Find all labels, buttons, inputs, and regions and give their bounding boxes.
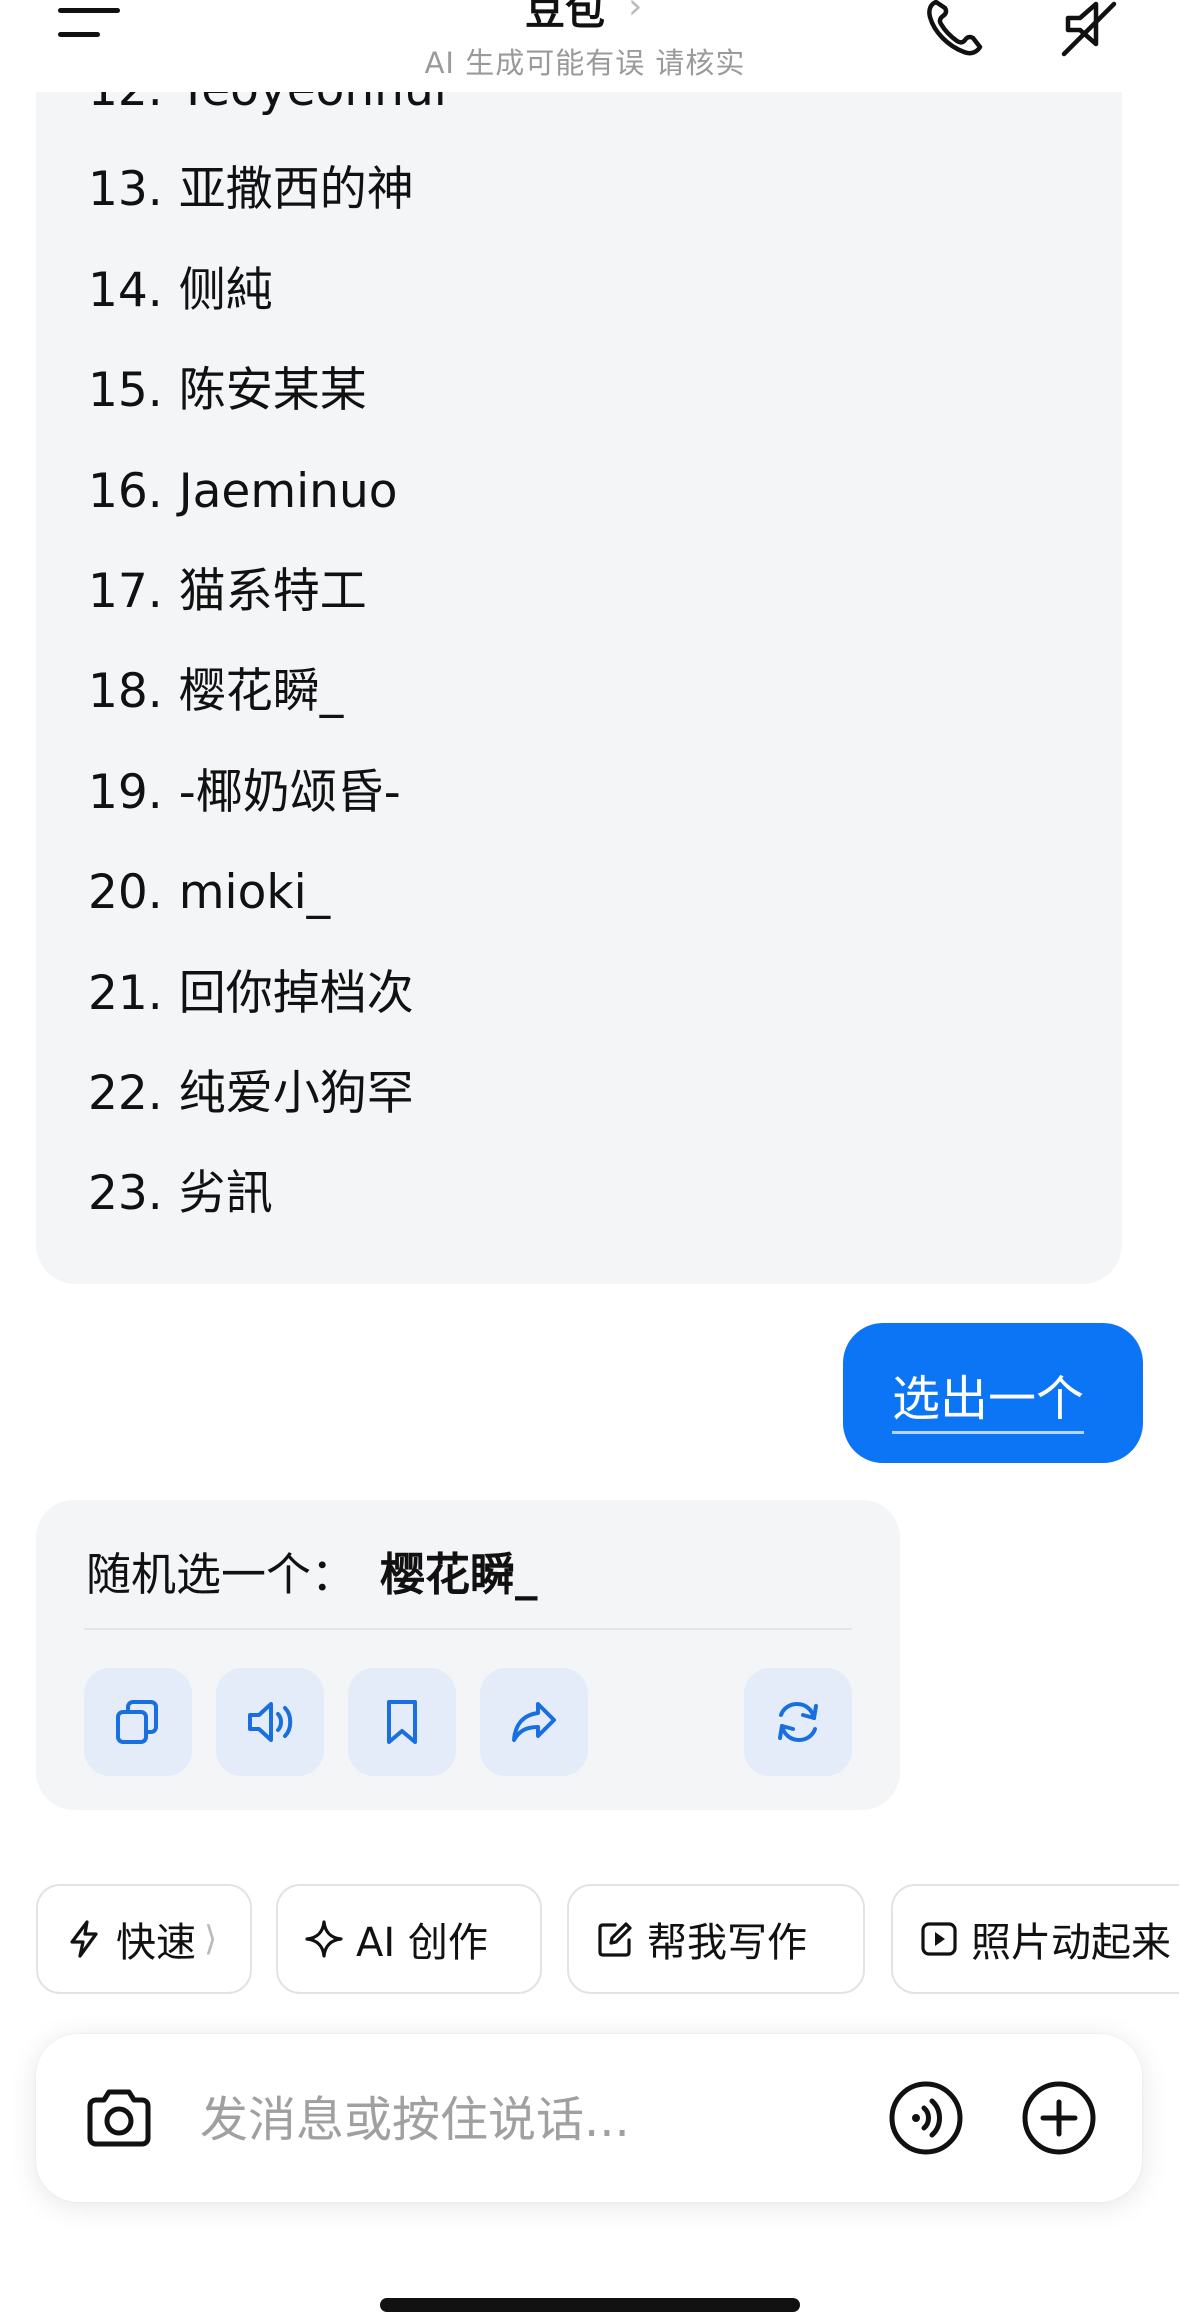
voice-call-icon[interactable] <box>888 2080 964 2156</box>
list-item: 16. Jaeminuo <box>88 462 398 522</box>
list-item-text: 陈安某某 <box>178 363 367 419</box>
list-item: 15. 陈安某某 <box>88 361 367 421</box>
share-icon <box>512 1702 556 1742</box>
chip-label: 帮我写作 <box>647 1920 807 1966</box>
list-item: 14. 侧純 <box>88 261 273 321</box>
chip-help-write[interactable]: 帮我写作 <box>567 1884 865 1994</box>
chip-fast-mode[interactable]: 快速 ⟩ <box>36 1884 252 1994</box>
chip-label: 快速 <box>116 1920 196 1966</box>
page-title[interactable]: 豆包 <box>525 0 605 36</box>
list-item: 22. 纯爱小狗罕 <box>88 1064 414 1124</box>
list-item: 21. 回你掉档次 <box>88 964 414 1024</box>
chevron-right-icon[interactable]: › <box>628 0 642 27</box>
list-item: 18. 樱花瞬_ <box>88 662 343 722</box>
reply-answer: 樱花瞬_ <box>380 1548 538 1601</box>
ai-disclaimer: AI 生成可能有误 请核实 <box>424 46 746 80</box>
chip-label: 照片动起来 <box>971 1920 1171 1966</box>
lightning-icon <box>70 1920 98 1958</box>
list-item-text: 亚撒西的神 <box>178 162 414 218</box>
reply-prefix: 随机选一个： <box>86 1548 357 1601</box>
copy-icon <box>116 1700 158 1744</box>
speaker-icon <box>248 1702 293 1742</box>
user-message-bubble[interactable]: 选出一个 <box>843 1323 1143 1463</box>
refresh-icon <box>778 1701 818 1743</box>
list-item-number: 21. <box>88 965 163 1021</box>
list-item-text: 樱花瞬_ <box>178 664 344 720</box>
mute-icon[interactable] <box>1058 0 1122 60</box>
message-input[interactable] <box>198 2084 902 2156</box>
list-item: 20. mioki_ <box>88 863 330 923</box>
list-item-number: 16. <box>88 463 163 519</box>
list-item: 17. 猫系特工 <box>88 562 367 622</box>
plus-icon[interactable] <box>1021 2080 1097 2156</box>
message-input-bar <box>36 2034 1142 2202</box>
camera-icon[interactable] <box>82 2082 156 2156</box>
list-item-number: 22. <box>88 1066 163 1121</box>
list-item-text: 猫系特工 <box>178 564 367 619</box>
phone-icon[interactable] <box>922 0 986 60</box>
list-item-text: mioki_ <box>178 865 331 921</box>
list-item-text: Jaeminuo <box>178 463 398 519</box>
list-item-number: 13. <box>88 162 163 218</box>
list-item-text: 劣訊 <box>178 1166 273 1222</box>
list-item-text: 侧純 <box>178 262 273 318</box>
list-item-number: 17. <box>88 564 163 619</box>
chip-label: AI 创作 <box>356 1920 488 1966</box>
edit-icon <box>598 1922 632 1957</box>
list-item-number: 23. <box>88 1166 163 1222</box>
list-item-text: 回你掉档次 <box>178 965 414 1021</box>
list-item: 19. -椰奶颂昏- <box>88 763 401 823</box>
regenerate-button[interactable] <box>744 1668 852 1776</box>
list-item-number: 18. <box>88 664 163 720</box>
list-item-text: -椰奶颂昏- <box>178 764 401 820</box>
share-button[interactable] <box>480 1668 588 1776</box>
list-item-number: 14. <box>88 262 163 318</box>
list-item: 23. 劣訊 <box>88 1164 273 1224</box>
list-item-number: 15. <box>88 363 163 419</box>
list-item-number: 20. <box>88 865 163 921</box>
user-message-text: 选出一个 <box>892 1359 1085 1434</box>
assistant-reply-bubble: 随机选一个： 樱花瞬_ <box>36 1500 900 1810</box>
header: 豆包 › AI 生成可能有误 请核实 <box>0 0 1179 92</box>
chip-ai-create[interactable]: AI 创作 <box>276 1884 542 1994</box>
divider <box>84 1628 852 1630</box>
home-indicator <box>380 2298 800 2312</box>
list-item-text: 纯爱小狗罕 <box>178 1066 414 1121</box>
copy-button[interactable] <box>84 1668 192 1776</box>
assistant-message-list: 12.Yeoyeonhui13.亚撒西的神14.侧純15.陈安某某16.Jaem… <box>36 60 1122 1284</box>
bookmark-button[interactable] <box>348 1668 456 1776</box>
list-item: 13. 亚撒西的神 <box>88 160 414 220</box>
reply-text: 随机选一个： 樱花瞬_ <box>86 1538 538 1603</box>
sparkle-icon <box>305 1920 343 1958</box>
play-icon <box>921 1922 957 1956</box>
read-aloud-button[interactable] <box>216 1668 324 1776</box>
chevron-right-icon: ⟩ <box>204 1919 218 1959</box>
chip-animate-photo[interactable]: 照片动起来 <box>891 1884 1179 1994</box>
bookmark-icon <box>387 1700 417 1744</box>
list-item-number: 19. <box>88 764 163 820</box>
